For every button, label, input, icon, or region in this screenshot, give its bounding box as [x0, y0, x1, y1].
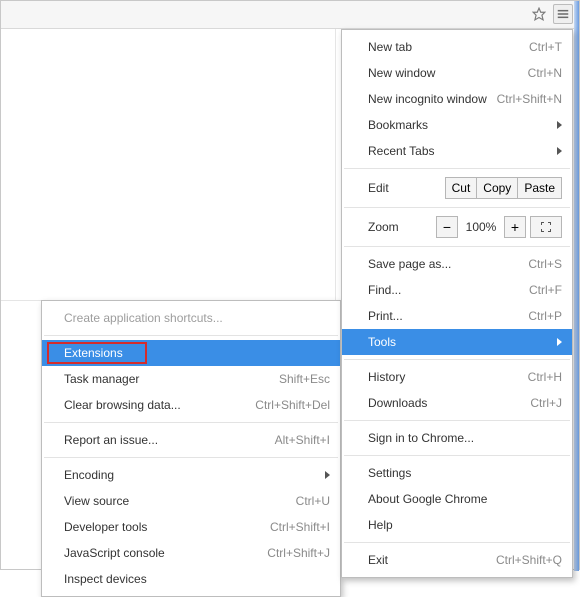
- menu-help[interactable]: Help: [342, 512, 572, 538]
- menu-save-page[interactable]: Save page as... Ctrl+S: [342, 251, 572, 277]
- submenu-js-console[interactable]: JavaScript console Ctrl+Shift+J: [42, 540, 340, 566]
- menu-tools[interactable]: Tools: [342, 329, 572, 355]
- zoom-label: Zoom: [368, 220, 436, 234]
- menu-new-incognito[interactable]: New incognito window Ctrl+Shift+N: [342, 86, 572, 112]
- menu-label: Bookmarks: [368, 118, 551, 132]
- menu-label: Exit: [368, 553, 496, 567]
- menu-shortcut: Alt+Shift+I: [275, 433, 330, 447]
- menu-shortcut: Ctrl+U: [296, 494, 330, 508]
- submenu-report-issue[interactable]: Report an issue... Alt+Shift+I: [42, 427, 340, 453]
- menu-print[interactable]: Print... Ctrl+P: [342, 303, 572, 329]
- edit-label: Edit: [368, 181, 445, 195]
- menu-shortcut: Ctrl+F: [529, 283, 562, 297]
- page-content-area: [1, 29, 336, 301]
- menu-separator: [344, 168, 570, 169]
- menu-shortcut: Ctrl+J: [530, 396, 562, 410]
- menu-label: Extensions: [64, 346, 330, 360]
- copy-button[interactable]: Copy: [476, 177, 518, 199]
- menu-shortcut: Ctrl+Shift+N: [497, 92, 562, 106]
- menu-separator: [344, 420, 570, 421]
- fullscreen-button[interactable]: [530, 216, 562, 238]
- zoom-in-button[interactable]: +: [504, 216, 526, 238]
- browser-toolbar: [1, 1, 579, 29]
- menu-about[interactable]: About Google Chrome: [342, 486, 572, 512]
- menu-shortcut: Ctrl+Shift+Del: [255, 398, 330, 412]
- submenu-view-source[interactable]: View source Ctrl+U: [42, 488, 340, 514]
- submenu-developer-tools[interactable]: Developer tools Ctrl+Shift+I: [42, 514, 340, 540]
- menu-separator: [344, 207, 570, 208]
- menu-separator: [44, 422, 338, 423]
- menu-separator: [344, 455, 570, 456]
- menu-recent-tabs[interactable]: Recent Tabs: [342, 138, 572, 164]
- menu-zoom-row: Zoom − 100% +: [342, 212, 572, 242]
- paste-button[interactable]: Paste: [517, 177, 562, 199]
- menu-shortcut: Ctrl+Shift+I: [270, 520, 330, 534]
- menu-label: Settings: [368, 466, 562, 480]
- scrollbar-edge: [574, 1, 579, 571]
- menu-history[interactable]: History Ctrl+H: [342, 364, 572, 390]
- menu-shortcut: Ctrl+S: [528, 257, 562, 271]
- submenu-extensions[interactable]: Extensions: [42, 340, 340, 366]
- menu-shortcut: Ctrl+Shift+Q: [496, 553, 562, 567]
- menu-label: Encoding: [64, 468, 319, 482]
- menu-shortcut: Ctrl+Shift+J: [267, 546, 330, 560]
- menu-separator: [44, 457, 338, 458]
- submenu-arrow-icon: [557, 338, 562, 346]
- submenu-arrow-icon: [557, 147, 562, 155]
- menu-label: About Google Chrome: [368, 492, 562, 506]
- submenu-arrow-icon: [557, 121, 562, 129]
- menu-edit-row: Edit Cut Copy Paste: [342, 173, 572, 203]
- menu-exit[interactable]: Exit Ctrl+Shift+Q: [342, 547, 572, 573]
- menu-signin[interactable]: Sign in to Chrome...: [342, 425, 572, 451]
- menu-bookmarks[interactable]: Bookmarks: [342, 112, 572, 138]
- zoom-out-button[interactable]: −: [436, 216, 458, 238]
- menu-label: Find...: [368, 283, 529, 297]
- menu-label: History: [368, 370, 528, 384]
- menu-separator: [344, 542, 570, 543]
- menu-label: Help: [368, 518, 562, 532]
- menu-shortcut: Ctrl+N: [528, 66, 562, 80]
- chrome-main-menu: New tab Ctrl+T New window Ctrl+N New inc…: [341, 29, 573, 578]
- menu-separator: [344, 359, 570, 360]
- menu-label: Clear browsing data...: [64, 398, 255, 412]
- menu-new-tab[interactable]: New tab Ctrl+T: [342, 34, 572, 60]
- bookmark-star-icon[interactable]: [529, 4, 549, 24]
- menu-label: JavaScript console: [64, 546, 267, 560]
- menu-settings[interactable]: Settings: [342, 460, 572, 486]
- menu-separator: [344, 246, 570, 247]
- menu-label: Save page as...: [368, 257, 528, 271]
- tools-submenu: Create application shortcuts... Extensio…: [41, 300, 341, 597]
- submenu-encoding[interactable]: Encoding: [42, 462, 340, 488]
- submenu-arrow-icon: [325, 471, 330, 479]
- menu-label: Report an issue...: [64, 433, 275, 447]
- menu-label: Task manager: [64, 372, 279, 386]
- menu-label: Tools: [368, 335, 551, 349]
- menu-label: View source: [64, 494, 296, 508]
- menu-label: New incognito window: [368, 92, 497, 106]
- menu-label: Inspect devices: [64, 572, 330, 586]
- menu-separator: [44, 335, 338, 336]
- menu-label: Print...: [368, 309, 528, 323]
- cut-button[interactable]: Cut: [445, 177, 478, 199]
- menu-shortcut: Shift+Esc: [279, 372, 330, 386]
- zoom-value: 100%: [462, 220, 500, 234]
- menu-downloads[interactable]: Downloads Ctrl+J: [342, 390, 572, 416]
- hamburger-menu-icon[interactable]: [553, 4, 573, 24]
- menu-label: New window: [368, 66, 528, 80]
- menu-label: Recent Tabs: [368, 144, 551, 158]
- menu-shortcut: Ctrl+P: [528, 309, 562, 323]
- menu-label: Downloads: [368, 396, 530, 410]
- submenu-create-shortcuts[interactable]: Create application shortcuts...: [42, 305, 340, 331]
- menu-label: Developer tools: [64, 520, 270, 534]
- menu-label: Sign in to Chrome...: [368, 431, 562, 445]
- menu-shortcut: Ctrl+H: [528, 370, 562, 384]
- menu-label: New tab: [368, 40, 529, 54]
- menu-shortcut: Ctrl+T: [529, 40, 562, 54]
- menu-find[interactable]: Find... Ctrl+F: [342, 277, 572, 303]
- menu-label: Create application shortcuts...: [64, 311, 330, 325]
- submenu-clear-data[interactable]: Clear browsing data... Ctrl+Shift+Del: [42, 392, 340, 418]
- menu-new-window[interactable]: New window Ctrl+N: [342, 60, 572, 86]
- submenu-task-manager[interactable]: Task manager Shift+Esc: [42, 366, 340, 392]
